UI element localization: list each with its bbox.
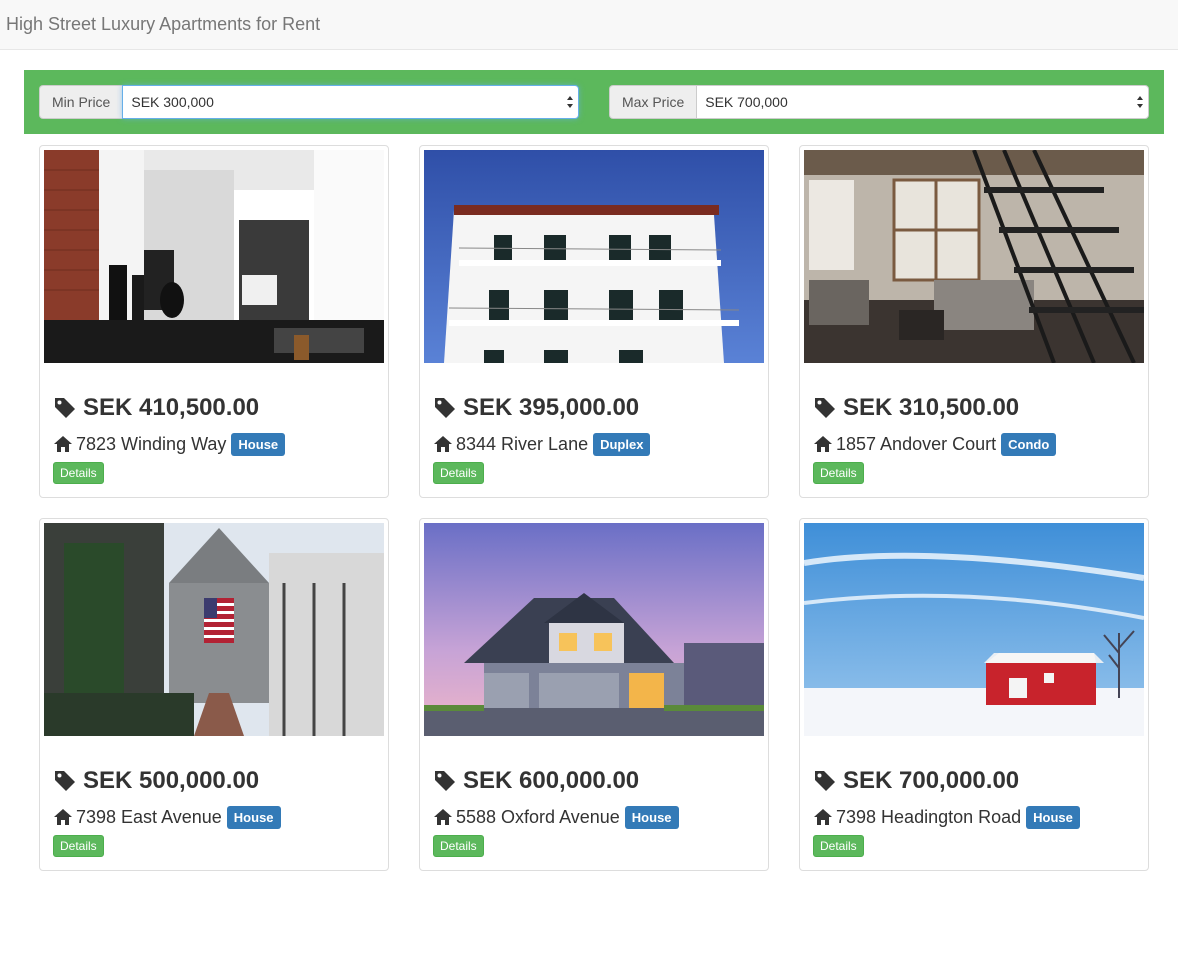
max-price-select[interactable]: SEK 700,000	[696, 85, 1149, 119]
listing-address: 1857 Andover Court	[836, 433, 997, 454]
tag-icon	[815, 771, 835, 791]
details-button[interactable]: Details	[433, 835, 484, 857]
listing-photo[interactable]	[44, 150, 384, 363]
min-price-value: SEK 300,000	[131, 94, 214, 110]
navbar-brand[interactable]: High Street Luxury Apartments for Rent	[6, 14, 320, 35]
home-icon	[814, 809, 832, 825]
home-icon	[54, 436, 72, 452]
listing-card: SEK 310,500.00 1857 Andover Court Condo …	[799, 145, 1149, 498]
details-button[interactable]: Details	[813, 462, 864, 484]
select-arrows-icon	[567, 96, 573, 108]
navbar: High Street Luxury Apartments for Rent	[0, 0, 1178, 50]
details-button[interactable]: Details	[53, 835, 104, 857]
tag-icon	[55, 771, 75, 791]
details-button[interactable]: Details	[813, 835, 864, 857]
max-price-label: Max Price	[609, 85, 697, 119]
max-price-group: Max Price SEK 700,000	[609, 85, 1149, 119]
listing-card: SEK 700,000.00 7398 Headington Road Hous…	[799, 518, 1149, 871]
tag-icon	[815, 398, 835, 418]
listing-price: SEK 395,000.00	[463, 394, 640, 421]
listing-address: 5588 Oxford Avenue	[456, 806, 620, 827]
tag-icon	[55, 398, 75, 418]
listing-photo[interactable]	[44, 523, 384, 736]
listing-price: SEK 600,000.00	[463, 767, 640, 794]
min-price-select[interactable]: SEK 300,000	[122, 85, 579, 119]
details-button[interactable]: Details	[433, 462, 484, 484]
property-type-badge: House	[1026, 805, 1080, 829]
listing-price: SEK 500,000.00	[83, 767, 260, 794]
home-icon	[434, 436, 452, 452]
listing-address: 7398 Headington Road	[836, 806, 1022, 827]
listing-card: SEK 500,000.00 7398 East Avenue House De…	[39, 518, 389, 871]
home-icon	[434, 809, 452, 825]
min-price-label: Min Price	[39, 85, 123, 119]
details-button[interactable]: Details	[53, 462, 104, 484]
listing-photo[interactable]	[424, 523, 764, 736]
listing-card: SEK 410,500.00 7823 Winding Way House De…	[39, 145, 389, 498]
select-arrows-icon	[1137, 96, 1143, 108]
listing-photo[interactable]	[424, 150, 764, 363]
home-icon	[54, 809, 72, 825]
listing-photo[interactable]	[804, 150, 1144, 363]
listing-address: 8344 River Lane	[456, 433, 589, 454]
property-type-badge: House	[624, 805, 679, 829]
price-filter-bar: Min Price SEK 300,000 Max Price SEK 700,…	[24, 70, 1164, 134]
home-icon	[814, 436, 832, 452]
listing-address: 7823 Winding Way	[76, 433, 227, 454]
listing-photo[interactable]	[804, 523, 1144, 736]
min-price-group: Min Price SEK 300,000	[39, 85, 579, 119]
property-type-badge: Condo	[1001, 432, 1057, 456]
property-type-badge: House	[226, 805, 281, 829]
listing-card: SEK 395,000.00 8344 River Lane Duplex De…	[419, 145, 769, 498]
listing-price: SEK 410,500.00	[83, 394, 260, 421]
tag-icon	[435, 771, 455, 791]
tag-icon	[435, 398, 455, 418]
listing-price: SEK 310,500.00	[843, 394, 1020, 421]
max-price-value: SEK 700,000	[705, 94, 788, 110]
listing-card: SEK 600,000.00 5588 Oxford Avenue House …	[419, 518, 769, 871]
property-type-badge: House	[231, 432, 286, 456]
listing-price: SEK 700,000.00	[843, 767, 1020, 794]
property-type-badge: Duplex	[593, 432, 651, 456]
listing-address: 7398 East Avenue	[76, 806, 222, 827]
